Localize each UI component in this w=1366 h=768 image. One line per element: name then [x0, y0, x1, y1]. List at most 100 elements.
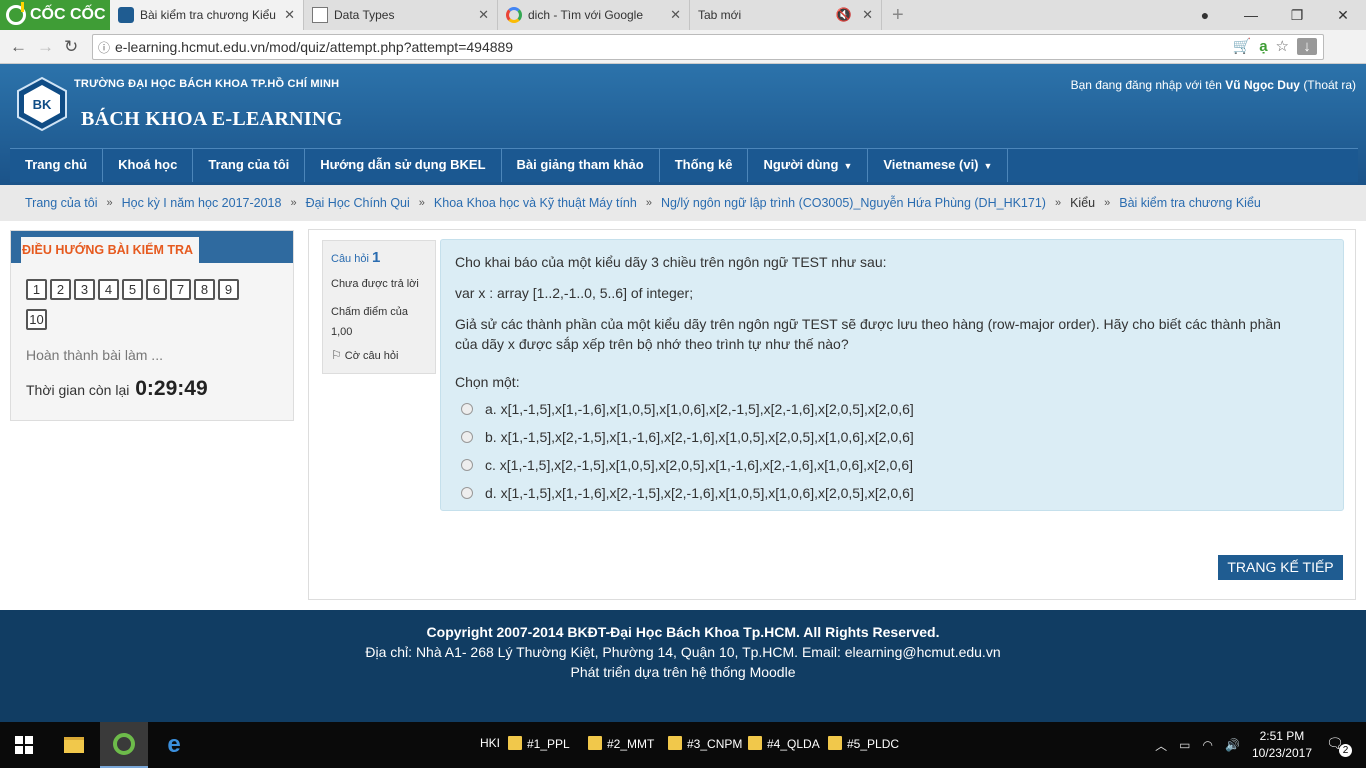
question-nav-button[interactable]: 7 — [170, 279, 191, 300]
menu-item-language[interactable]: Vietnamese (vi) ▼ — [868, 149, 1009, 182]
next-page-button[interactable]: TRANG KẾ TIẾP — [1218, 555, 1343, 580]
answer-option-label[interactable]: c. x[1,-1,5],x[2,-1,5],x[1,0,5],x[2,0,5]… — [485, 457, 913, 473]
question-nav-button[interactable]: 10 — [26, 309, 47, 330]
question-info: Câu hỏi 1 Chưa được trả lời Chấm điểm củ… — [322, 240, 436, 374]
site-header: BK TRƯỜNG ĐẠI HỌC BÁCH KHOA TP.HỒ CHÍ MI… — [0, 64, 1366, 185]
taskbar-folder-label: #3_CNPM — [687, 737, 743, 751]
mute-tab-icon[interactable]: 🔇 — [836, 7, 852, 23]
question-nav-button[interactable]: 6 — [146, 279, 167, 300]
taskbar-folder-qlda[interactable]: #4_QLDA — [748, 736, 820, 751]
windows-start-icon[interactable] — [0, 722, 48, 768]
menu-item-users[interactable]: Người dùng ▼ — [748, 149, 869, 182]
taskbar-clock[interactable]: 2:51 PM 10/23/2017 — [1252, 728, 1312, 762]
minimize-icon[interactable]: — — [1228, 7, 1274, 23]
question-number: Câu hỏi 1 — [331, 249, 427, 266]
taskbar-folder-mmt[interactable]: #2_MMT — [588, 736, 654, 751]
shopping-cart-icon[interactable]: 🛒 — [1233, 37, 1252, 55]
menu-item-statistics[interactable]: Thống kê — [660, 149, 749, 182]
user-name-link[interactable]: Vũ Ngọc Duy — [1225, 78, 1300, 92]
coccoc-taskbar-icon[interactable] — [100, 722, 148, 768]
answer-option-c[interactable]: c. x[1,-1,5],x[2,-1,5],x[1,0,5],x[2,0,5]… — [455, 451, 1329, 479]
browser-tab-quiz[interactable]: Bài kiểm tra chương Kiểu ✕ — [110, 0, 304, 30]
breadcrumb-separator-icon: » — [1054, 197, 1062, 209]
breadcrumb-item[interactable]: Đại Học Chính Qui — [306, 196, 410, 210]
profile-icon[interactable]: ● — [1182, 7, 1228, 23]
new-tab-plus-icon[interactable]: + — [892, 4, 904, 27]
edge-browser-icon[interactable]: e — [150, 722, 198, 768]
menu-item-courses[interactable]: Khoá học — [103, 149, 194, 182]
answer-option-b[interactable]: b. x[1,-1,5],x[2,-1,5],x[1,-1,6],x[2,-1,… — [455, 423, 1329, 451]
answer-option-a[interactable]: a. x[1,-1,5],x[1,-1,6],x[1,0,5],x[1,0,6]… — [455, 395, 1329, 423]
url-field[interactable]: ⓘ e-learning.hcmut.edu.vn/mod/quiz/attem… — [92, 34, 1324, 60]
battery-icon[interactable]: ▭ — [1179, 738, 1190, 752]
restore-icon[interactable]: ❐ — [1274, 7, 1320, 24]
breadcrumb-item[interactable]: Trang của tôi — [25, 196, 98, 210]
radio-button[interactable] — [461, 487, 473, 499]
coccoc-menu-button[interactable]: CỐC CỐC — [0, 0, 110, 30]
action-center-icon[interactable]: 🗨 2 — [1326, 735, 1352, 757]
taskbar-folder-cnpm[interactable]: #3_CNPM — [668, 736, 742, 751]
question-number-value: 1 — [371, 249, 381, 266]
close-tab-icon[interactable]: ✕ — [478, 7, 489, 23]
page-content: ĐIỀU HƯỚNG BÀI KIỂM TRA 1 2 3 4 5 6 7 8 9 10 Hoàn… — [0, 221, 1366, 610]
question-nav-button[interactable]: 2 — [50, 279, 71, 300]
menu-item-reference-lectures[interactable]: Bài giảng tham khảo — [502, 149, 660, 182]
question-nav-button[interactable]: 9 — [218, 279, 239, 300]
file-explorer-icon[interactable] — [50, 722, 98, 768]
menu-item-bkel-guide[interactable]: Hướng dẫn sử dụng BKEL — [305, 149, 502, 182]
logout-link[interactable]: (Thoát ra) — [1303, 78, 1356, 92]
breadcrumb-item[interactable]: Học kỳ I năm học 2017-2018 — [122, 196, 282, 210]
flag-icon: ⚐ — [331, 348, 342, 362]
question-nav-button[interactable]: 5 — [122, 279, 143, 300]
breadcrumb-item[interactable]: Ng/lý ngôn ngữ lập trình (CO3005)_Nguyễn… — [661, 196, 1046, 210]
breadcrumb-item[interactable]: Khoa Khoa học và Kỹ thuật Máy tính — [434, 196, 637, 210]
close-window-icon[interactable]: ✕ — [1320, 7, 1366, 24]
flag-question-label: Cờ câu hỏi — [344, 350, 399, 362]
taskbar-folder-ppl[interactable]: #1_PPL — [508, 736, 570, 751]
question-nav-button[interactable]: 4 — [98, 279, 119, 300]
close-tab-icon[interactable]: ✕ — [862, 7, 873, 23]
answer-option-label[interactable]: a. x[1,-1,5],x[1,-1,6],x[1,0,5],x[1,0,6]… — [485, 401, 914, 417]
question-nav-button[interactable]: 8 — [194, 279, 215, 300]
footer-moodle-link[interactable]: Phát triển dựa trên hệ thống Moodle — [0, 662, 1366, 682]
volume-icon[interactable]: 🔊 — [1225, 738, 1240, 752]
breadcrumb-item[interactable]: Bài kiểm tra chương Kiểu — [1119, 196, 1261, 210]
radio-button[interactable] — [461, 403, 473, 415]
reload-icon[interactable]: ↻ — [64, 37, 78, 57]
finish-attempt-link[interactable]: Hoàn thành bài làm ... — [26, 347, 163, 363]
answer-option-label[interactable]: d. x[1,-1,5],x[1,-1,6],x[2,-1,5],x[2,-1,… — [485, 485, 914, 501]
system-tray: ︿ ▭ ◠ 🔊 2:51 PM 10/23/2017 🗨 2 — [1155, 722, 1366, 768]
clock-date: 10/23/2017 — [1251, 746, 1312, 760]
translate-icon[interactable]: ạ — [1259, 38, 1267, 55]
answer-option-d[interactable]: d. x[1,-1,5],x[1,-1,6],x[2,-1,5],x[2,-1,… — [455, 479, 1329, 507]
menu-item-my-page[interactable]: Trang của tôi — [193, 149, 306, 182]
site-footer: Copyright 2007-2014 BKĐT-Đại Học Bách Kh… — [0, 610, 1366, 722]
windows-logo-icon — [15, 736, 33, 754]
wifi-icon[interactable]: ◠ — [1203, 738, 1213, 752]
browser-tab-new[interactable]: Tab mới 🔇 ✕ — [690, 0, 882, 30]
radio-button[interactable] — [461, 459, 473, 471]
back-arrow-icon[interactable]: ← — [10, 37, 27, 57]
bk-logo-icon[interactable]: BK — [14, 76, 70, 132]
show-hidden-icons-icon[interactable]: ︿ — [1155, 737, 1167, 754]
menu-item-home[interactable]: Trang chủ — [10, 149, 104, 182]
flag-question-link[interactable]: ⚐ Cờ câu hỏi — [331, 348, 427, 362]
download-page-icon[interactable]: ↓ — [1297, 37, 1317, 55]
browser-tab-bar: CỐC CỐC Bài kiểm tra chương Kiểu ✕ Data … — [0, 0, 1366, 30]
question-nav-button[interactable]: 1 — [26, 279, 47, 300]
site-name[interactable]: BÁCH KHOA E-LEARNING — [81, 108, 343, 131]
folder-group-label[interactable]: HKI — [480, 736, 500, 750]
browser-tab-data-types[interactable]: Data Types ✕ — [304, 0, 498, 30]
forward-arrow-icon[interactable]: → — [37, 37, 54, 57]
url-text[interactable]: e-learning.hcmut.edu.vn/mod/quiz/attempt… — [115, 39, 513, 55]
close-tab-icon[interactable]: ✕ — [284, 7, 295, 23]
radio-button[interactable] — [461, 431, 473, 443]
browser-tab-google[interactable]: dich - Tìm với Google ✕ — [498, 0, 690, 30]
answer-option-label[interactable]: b. x[1,-1,5],x[2,-1,5],x[1,-1,6],x[2,-1,… — [485, 429, 914, 445]
windows-taskbar: e HKI #1_PPL #2_MMT #3_CNPM #4_QLDA #5_P… — [0, 722, 1366, 768]
question-nav-button[interactable]: 3 — [74, 279, 95, 300]
site-info-icon[interactable]: ⓘ — [93, 39, 115, 56]
close-tab-icon[interactable]: ✕ — [670, 7, 681, 23]
taskbar-folder-pldc[interactable]: #5_PLDC — [828, 736, 899, 751]
bookmark-star-icon[interactable]: ☆ — [1276, 37, 1289, 55]
